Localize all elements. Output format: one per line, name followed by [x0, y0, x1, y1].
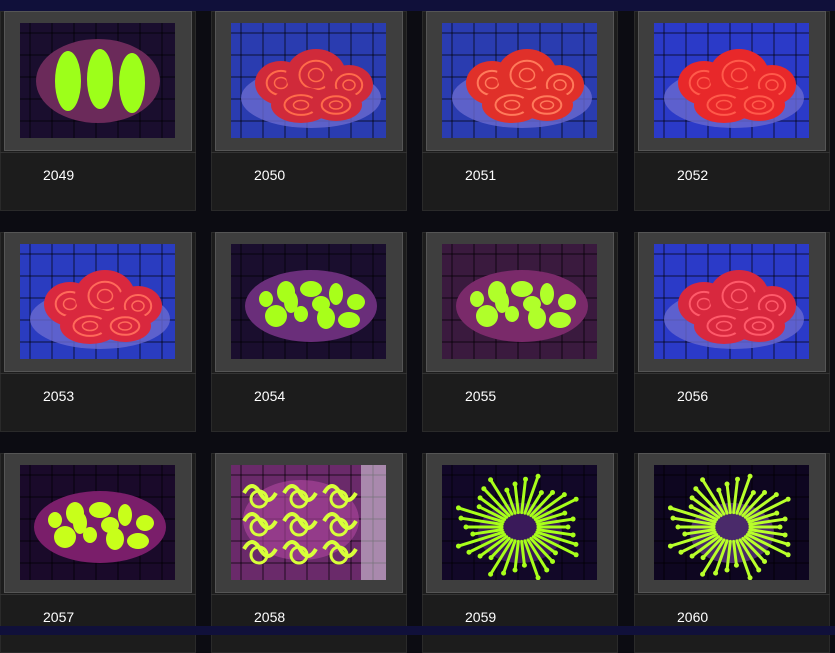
divider	[422, 152, 618, 153]
top-bar	[0, 0, 835, 11]
green-spotted-brain-coral-photo[interactable]	[442, 244, 597, 359]
gallery-card[interactable]: 2059	[422, 453, 618, 653]
item-number[interactable]: 2052	[677, 167, 708, 183]
divider	[634, 594, 830, 595]
divider	[211, 594, 407, 595]
green-polyp-coral-photo[interactable]	[654, 465, 809, 580]
red-brain-coral-photo[interactable]	[654, 23, 809, 138]
gallery-card[interactable]: 2054	[211, 232, 407, 432]
red-brain-coral-photo[interactable]	[231, 23, 386, 138]
item-number[interactable]: 2060	[677, 609, 708, 625]
green-polyp-coral-photo[interactable]	[442, 465, 597, 580]
photo-frame	[215, 232, 403, 372]
red-brain-coral-photo[interactable]	[654, 244, 809, 359]
item-number[interactable]: 2055	[465, 388, 496, 404]
item-number[interactable]: 2051	[465, 167, 496, 183]
gallery-card[interactable]: 2052	[634, 11, 830, 211]
divider	[211, 373, 407, 374]
item-number[interactable]: 2054	[254, 388, 285, 404]
item-number[interactable]: 2053	[43, 388, 74, 404]
item-number[interactable]: 2059	[465, 609, 496, 625]
gallery-card[interactable]: 2051	[422, 11, 618, 211]
green-spotted-brain-coral-photo[interactable]	[231, 244, 386, 359]
gallery-card[interactable]: 2060	[634, 453, 830, 653]
divider	[634, 373, 830, 374]
divider	[0, 152, 196, 153]
photo-frame	[426, 232, 614, 372]
photo-frame	[638, 453, 826, 593]
green-maze-coral-photo[interactable]	[231, 465, 386, 580]
item-number[interactable]: 2049	[43, 167, 74, 183]
gallery-card[interactable]: 2053	[0, 232, 196, 432]
photo-frame	[4, 11, 192, 151]
photo-frame	[638, 11, 826, 151]
photo-frame	[215, 11, 403, 151]
photo-frame	[4, 232, 192, 372]
item-number[interactable]: 2057	[43, 609, 74, 625]
item-number[interactable]: 2050	[254, 167, 285, 183]
divider	[211, 152, 407, 153]
photo-frame	[426, 11, 614, 151]
divider	[422, 594, 618, 595]
red-brain-coral-photo[interactable]	[20, 244, 175, 359]
photo-frame	[426, 453, 614, 593]
green-striped-brain-coral-photo[interactable]	[20, 23, 175, 138]
green-spotted-brain-coral-photo[interactable]	[20, 465, 175, 580]
gallery-card[interactable]: 2049	[0, 11, 196, 211]
item-number[interactable]: 2056	[677, 388, 708, 404]
divider	[422, 373, 618, 374]
gallery-card[interactable]: 2057	[0, 453, 196, 653]
item-number[interactable]: 2058	[254, 609, 285, 625]
gallery-card[interactable]: 2056	[634, 232, 830, 432]
divider	[634, 152, 830, 153]
red-brain-coral-photo[interactable]	[442, 23, 597, 138]
divider	[0, 594, 196, 595]
gallery-card[interactable]: 2055	[422, 232, 618, 432]
photo-frame	[4, 453, 192, 593]
gallery-card[interactable]: 2058	[211, 453, 407, 653]
photo-frame	[215, 453, 403, 593]
coral-gallery-grid: 2049 2050 2051 2052 2053 2054 2055 2056	[0, 11, 835, 653]
divider	[0, 373, 196, 374]
bottom-bar	[0, 626, 835, 635]
photo-frame	[638, 232, 826, 372]
gallery-card[interactable]: 2050	[211, 11, 407, 211]
